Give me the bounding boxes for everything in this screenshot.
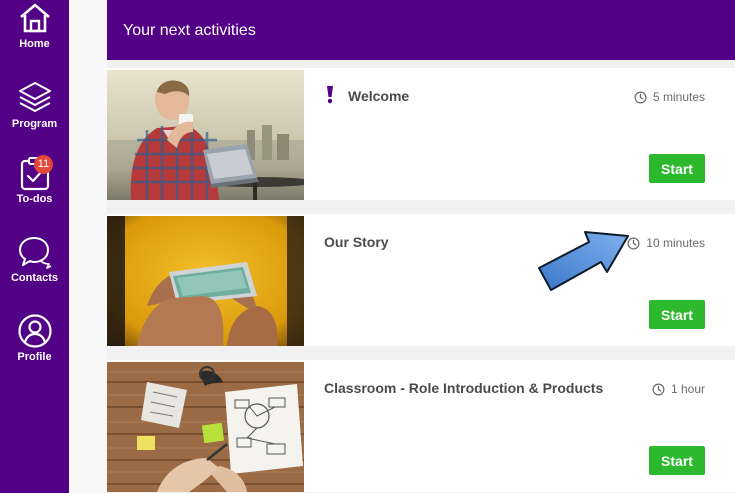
- layers-icon: [18, 82, 51, 112]
- todos-count-badge: 11: [34, 155, 53, 174]
- clock-icon: [634, 91, 647, 103]
- activity-title[interactable]: Welcome: [348, 88, 409, 104]
- exclamation-icon: [327, 86, 333, 104]
- start-button[interactable]: Start: [649, 300, 705, 329]
- activity-duration: 1 hour: [652, 382, 705, 396]
- clock-icon: [652, 383, 665, 395]
- activity-card-classroom[interactable]: Classroom - Role Introduction & Products…: [107, 360, 735, 492]
- man-drinking-coffee-photo: [107, 70, 304, 200]
- sidebar: Home Program 11 To-dos Contacts Profile: [0, 0, 69, 493]
- start-button[interactable]: Start: [649, 446, 705, 475]
- chat-bubbles-icon: [18, 237, 51, 269]
- nav-todos-label: To-dos: [16, 193, 53, 205]
- activities-header: Your next activities: [107, 0, 735, 60]
- activity-card-welcome[interactable]: Welcome 5 minutes Start: [107, 68, 735, 200]
- nav-home[interactable]: Home: [0, 2, 69, 80]
- hands-drawing-diagram-photo: [107, 362, 304, 492]
- duration-text: 10 minutes: [646, 236, 705, 250]
- start-button[interactable]: Start: [649, 154, 705, 183]
- nav-profile[interactable]: Profile: [0, 313, 69, 391]
- home-icon: [19, 3, 50, 33]
- activity-duration: 10 minutes: [627, 236, 705, 250]
- nav-program[interactable]: Program: [0, 80, 69, 158]
- activity-title[interactable]: Classroom - Role Introduction & Products: [324, 380, 603, 396]
- nav-profile-label: Profile: [17, 351, 52, 363]
- activity-title[interactable]: Our Story: [324, 234, 389, 250]
- pointer-arrow-icon: [538, 231, 629, 291]
- duration-text: 1 hour: [670, 382, 705, 396]
- user-circle-icon: [17, 314, 52, 348]
- nav-contacts-label: Contacts: [10, 272, 59, 284]
- activity-duration: 5 minutes: [634, 90, 705, 104]
- duration-text: 5 minutes: [652, 90, 705, 104]
- hands-holding-phone-photo: [107, 216, 304, 346]
- nav-todos[interactable]: 11 To-dos: [0, 155, 69, 233]
- nav-home-label: Home: [19, 38, 50, 50]
- page-title: Your next activities: [123, 22, 256, 39]
- activity-card-our-story[interactable]: Our Story 10 minutes Start: [107, 214, 735, 346]
- nav-contacts[interactable]: Contacts: [0, 234, 69, 312]
- nav-program-label: Program: [11, 118, 58, 130]
- content-margin: [69, 0, 107, 493]
